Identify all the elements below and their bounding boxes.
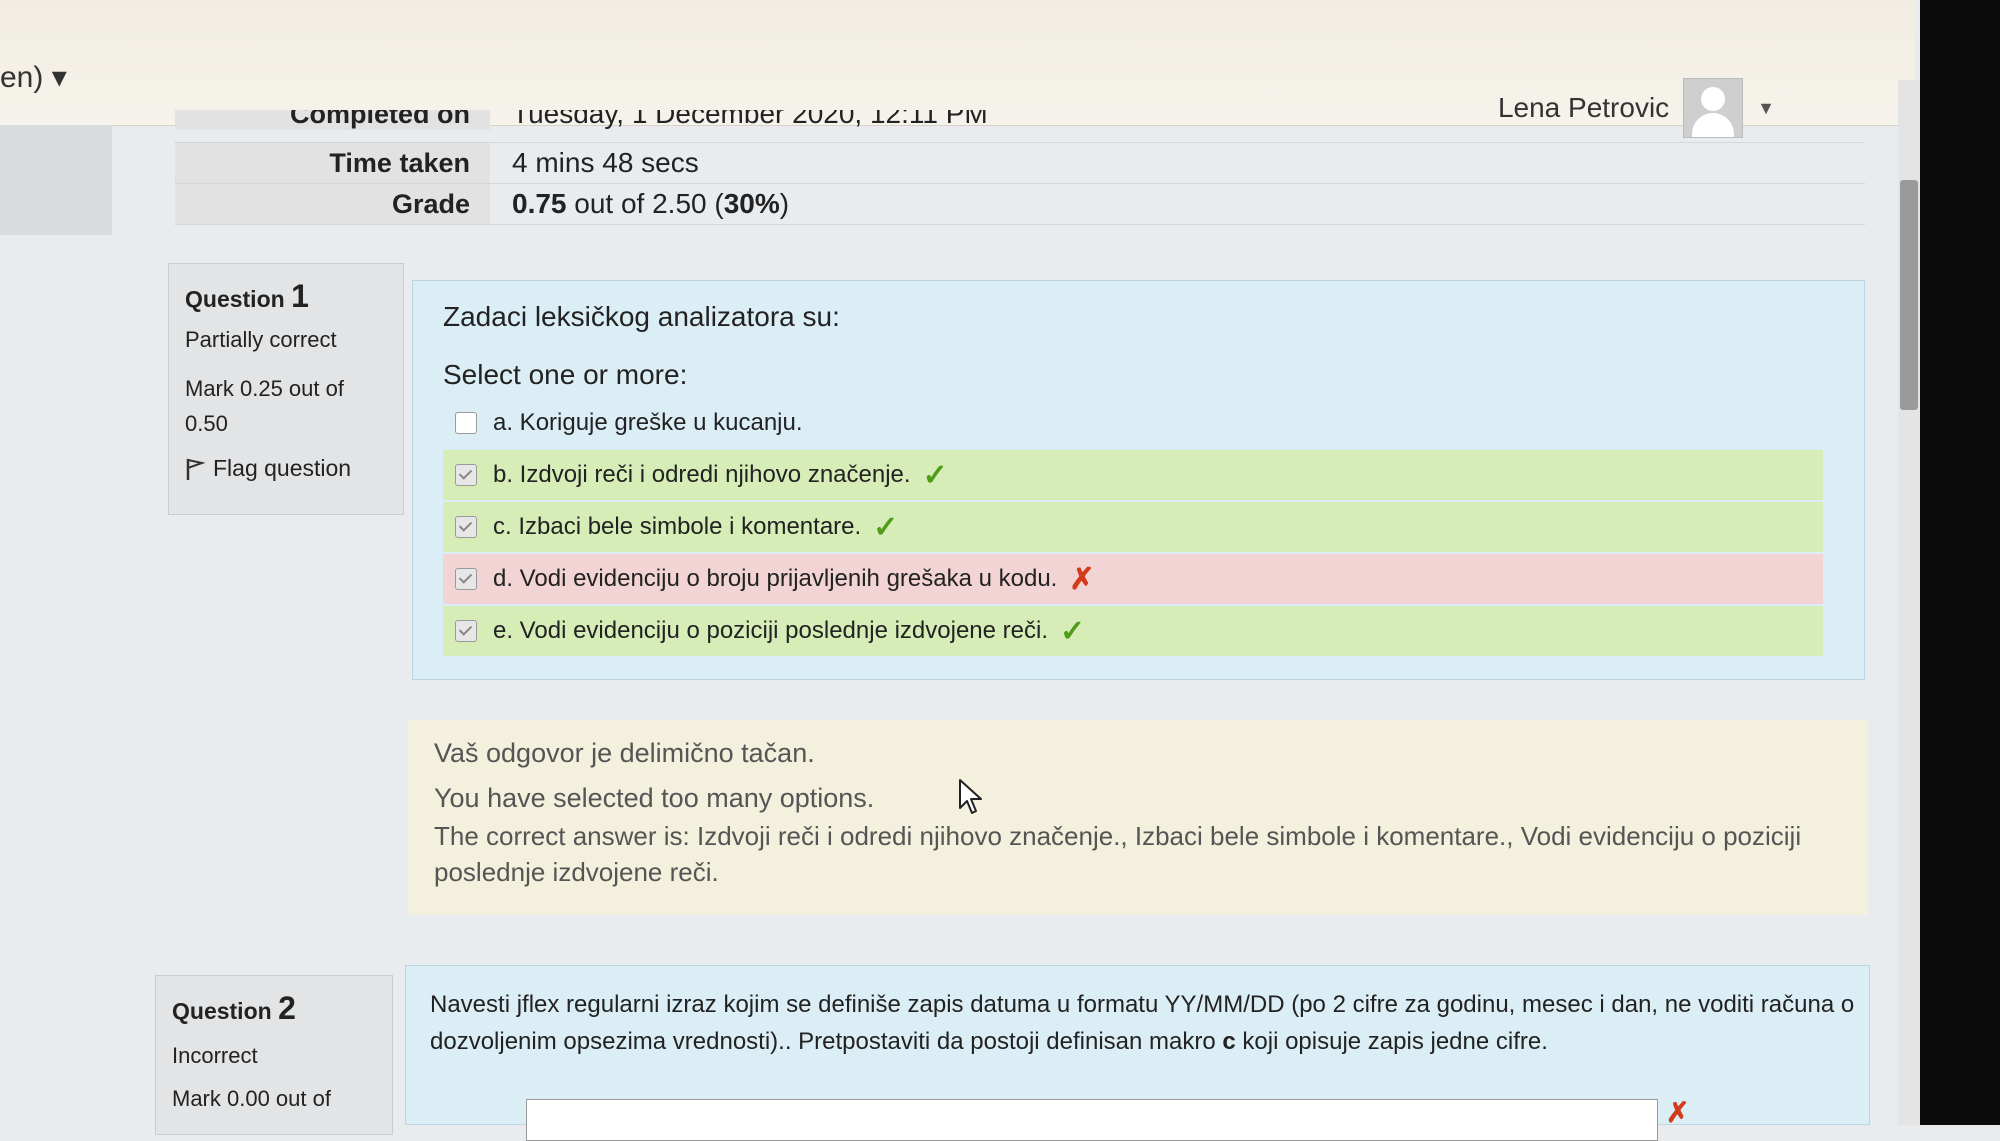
question-text: Navesti jflex regularni izraz kojim se d… [430, 991, 1855, 1055]
summary-row-completed: Completed on Tuesday, 1 December 2020, 1… [175, 110, 1865, 143]
question-text: Zadaci leksičkog analizatora su: [443, 301, 840, 332]
question-instruction: Select one or more: [443, 359, 688, 390]
flag-question-button[interactable]: Flag question [185, 455, 387, 482]
flag-question-label: Flag question [213, 455, 352, 481]
right-answer: The correct answer is: Izdvoji reči i od… [434, 821, 1802, 887]
answer-option: c. Izbaci bele simbole i komentare. ✓ [443, 502, 1823, 552]
answer-option: d. Vodi evidenciju o broju prijavljenih … [443, 554, 1823, 604]
cross-icon: ✗ [1666, 1097, 1690, 1128]
summary-row-grade: Grade 0.75 out of 2.50 (30%) [175, 184, 1865, 225]
answer-label: e. Vodi evidenciju o poziciji poslednje … [493, 617, 1048, 644]
answer-input[interactable] [526, 1099, 1658, 1141]
answer-option: a. Koriguje greške u kucanju. [443, 398, 1823, 448]
question-2-info: Question 2 Incorrect Mark 0.00 out of [155, 975, 393, 1135]
question-number: Question 2 [172, 990, 296, 1026]
question-grade: Mark 0.00 out of [172, 1086, 331, 1111]
answer-option: e. Vodi evidenciju o poziciji poslednje … [443, 606, 1823, 656]
question-2-content: Navesti jflex regularni izraz kojim se d… [405, 965, 1870, 1141]
grade-points: 0.75 [512, 188, 567, 219]
answer-label: d. Vodi evidenciju o broju prijavljenih … [493, 565, 1058, 592]
answer-label: a. Koriguje greške u kucanju. [493, 409, 803, 436]
question-1-feedback: Vaš odgovor je delimično tačan. You have… [408, 720, 1868, 915]
check-icon: ✓ [922, 458, 948, 492]
mouse-pointer-icon [959, 779, 982, 814]
summary-row-time: Time taken 4 mins 48 secs [175, 143, 1865, 184]
grade-out-of: out of 2.50 ( [566, 188, 724, 219]
answer-checkbox[interactable] [455, 464, 477, 486]
grade-close: ) [779, 188, 790, 219]
question-1-content: Zadaci leksičkog analizatora su: Select … [412, 280, 1865, 680]
answer-label: c. Izbaci bele simbole i komentare. [493, 513, 862, 540]
summary-value: 0.75 out of 2.50 (30%) [490, 188, 789, 220]
answer-checkbox[interactable] [455, 516, 477, 538]
top-navbar: en) ▾ Lena Petrovic ▼ [0, 0, 1915, 138]
question-number: Question 1 [185, 278, 309, 314]
answer-checkbox[interactable] [455, 620, 477, 642]
scrollbar-thumb[interactable] [1900, 180, 1918, 410]
flag-icon [186, 458, 205, 480]
page-scrollbar[interactable] [1898, 80, 1920, 1125]
summary-value: 4 mins 48 secs [512, 147, 699, 178]
question-state: Partially correct [185, 327, 337, 352]
question-1-info: Question 1 Partially correct Mark 0.25 o… [168, 263, 404, 515]
general-feedback: Vaš odgovor je delimično tačan. [434, 738, 815, 768]
summary-label: Grade [175, 184, 490, 224]
answer-option: b. Izdvoji reči i odredi njihovo značenj… [443, 450, 1823, 500]
answer-checkbox[interactable] [455, 568, 477, 590]
summary-label: Completed on [175, 110, 490, 130]
summary-value: Tuesday, 1 December 2020, 12:11 PM [512, 110, 988, 129]
too-many-feedback: You have selected too many options. [434, 783, 875, 813]
cross-icon: ✗ [1069, 562, 1095, 596]
quiz-summary-table: Completed on Tuesday, 1 December 2020, 1… [175, 110, 1865, 225]
check-icon: ✓ [873, 510, 899, 544]
screen-bezel [1920, 0, 2000, 1125]
language-menu[interactable]: en) ▾ [0, 60, 67, 95]
question-grade: Mark 0.25 out of 0.50 [185, 376, 344, 436]
grade-percent: 30% [723, 188, 780, 219]
question-state: Incorrect [172, 1043, 258, 1068]
answer-checkbox[interactable] [455, 412, 477, 434]
answer-options: a. Koriguje greške u kucanju. b. Izdvoji… [443, 398, 1823, 658]
check-icon: ✓ [1060, 614, 1086, 648]
answer-label: b. Izdvoji reči i odredi njihovo značenj… [493, 461, 911, 488]
drawer-panel [0, 125, 112, 235]
summary-label: Time taken [175, 143, 490, 183]
